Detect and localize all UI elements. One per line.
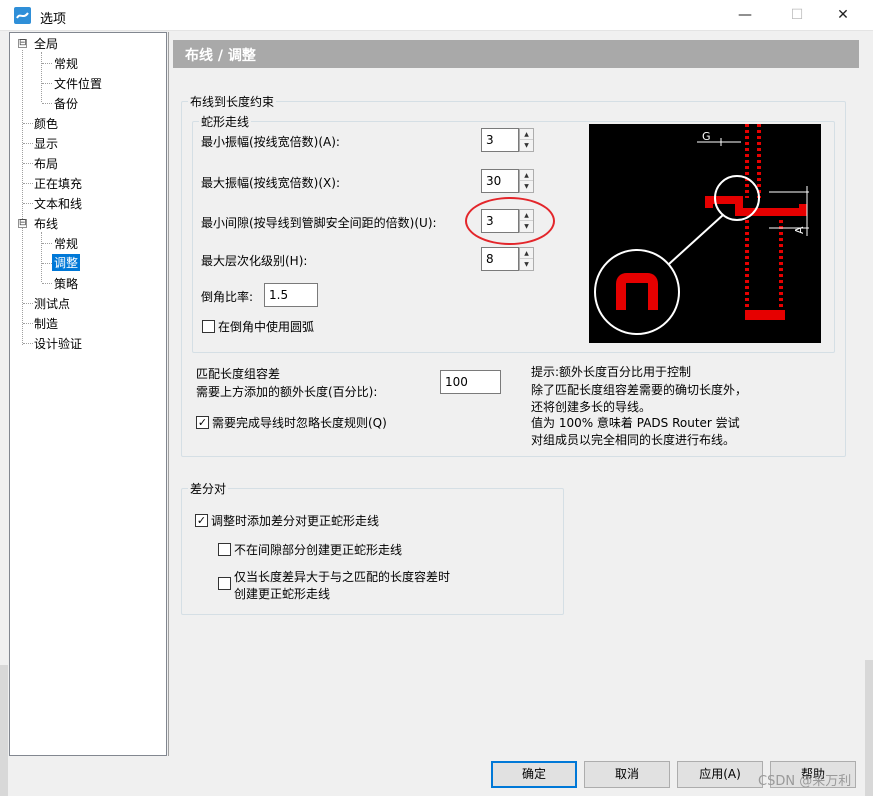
- apply-button[interactable]: 应用(A): [677, 761, 763, 788]
- hint-line-1: 提示:额外长度百分比用于控制: [531, 365, 692, 379]
- max-amplitude-spinner[interactable]: ▲ ▼: [519, 169, 534, 193]
- spin-up-icon[interactable]: ▲: [520, 170, 533, 181]
- tree-connector-routing: [41, 232, 42, 282]
- tree-item-design-verification[interactable]: 设计验证: [34, 335, 82, 352]
- tree-item-tuning[interactable]: 调整: [52, 254, 81, 271]
- tree-item-text-lines[interactable]: 文本和线: [34, 195, 82, 212]
- tree-item-display[interactable]: 显示: [34, 135, 58, 152]
- tree-item-test-points[interactable]: 测试点: [34, 295, 70, 312]
- amplitude-dim-label: A: [793, 226, 806, 234]
- min-gap-label: 最小间隙(按导线到管脚安全间距的倍数)(U):: [201, 216, 437, 230]
- close-button[interactable]: ✕: [820, 0, 866, 31]
- hint-line-3: 还将创建多长的导线。: [531, 400, 652, 414]
- serpentine-group-title: 蛇形走线: [199, 113, 252, 130]
- hint-line-5: 对组成员以完全相同的长度进行布线。: [531, 433, 736, 447]
- gap-dim-label: G: [702, 130, 711, 143]
- max-level-spinner[interactable]: ▲ ▼: [519, 247, 534, 271]
- spin-down-icon[interactable]: ▼: [520, 259, 533, 270]
- max-amplitude-input[interactable]: 30: [481, 169, 519, 193]
- title-bar: 选项 — ☐ ✕: [0, 0, 873, 31]
- use-arc-label: 在倒角中使用圆弧: [218, 320, 315, 334]
- options-tree[interactable]: ⊟ 全局 常规 文件位置 备份 颜色 显示 布局 正在填充 文本和线 ⊟ 布线 …: [9, 32, 167, 756]
- tree-item-backup[interactable]: 备份: [54, 95, 78, 112]
- minimize-button[interactable]: —: [722, 0, 768, 31]
- extra-length-label: 需要上方添加的额外长度(百分比):: [196, 385, 378, 399]
- watermark: CSDN @来万利: [758, 774, 852, 789]
- add-diff-pair-label: 调整时添加差分对更正蛇形走线: [211, 514, 380, 528]
- use-arc-checkbox[interactable]: [202, 320, 215, 333]
- min-amplitude-input[interactable]: 3: [481, 128, 519, 152]
- tree-connector-global: [41, 52, 42, 102]
- spin-down-icon[interactable]: ▼: [520, 140, 533, 151]
- extra-length-input[interactable]: 100: [440, 370, 501, 394]
- min-amplitude-label: 最小振幅(按线宽倍数)(A):: [201, 135, 340, 149]
- only-when-exceeds-label-2: 创建更正蛇形走线: [234, 587, 331, 601]
- length-constraint-group-title: 布线到长度约束: [188, 93, 277, 110]
- max-level-label: 最大层次化级别(H):: [201, 254, 308, 268]
- tree-collapse-icon[interactable]: ⊟: [18, 39, 27, 48]
- spin-down-icon[interactable]: ▼: [520, 181, 533, 192]
- background-window-edge: [865, 660, 873, 796]
- only-when-exceeds-checkbox[interactable]: [218, 577, 231, 590]
- tree-item-manufacturing[interactable]: 制造: [34, 315, 58, 332]
- match-tolerance-label: 匹配长度组容差: [196, 367, 281, 381]
- miter-ratio-input[interactable]: 1.5: [264, 283, 318, 307]
- spin-up-icon[interactable]: ▲: [520, 129, 533, 140]
- tree-item-colors[interactable]: 颜色: [34, 115, 58, 132]
- tree-item-global-general[interactable]: 常规: [54, 55, 78, 72]
- cancel-button[interactable]: 取消: [584, 761, 670, 788]
- app-icon: [14, 7, 31, 24]
- miter-ratio-label: 倒角比率:: [201, 290, 254, 304]
- hint-line-2: 除了匹配长度组容差需要的确切长度外，: [531, 383, 748, 397]
- only-when-exceeds-label: 仅当长度差异大于与之匹配的长度容差时: [234, 570, 451, 584]
- not-in-gap-label: 不在间隙部分创建更正蛇形走线: [234, 543, 403, 557]
- tree-item-file-locations[interactable]: 文件位置: [54, 75, 102, 92]
- hint-line-4: 值为 100% 意味着 PADS Router 尝试: [531, 416, 740, 430]
- highlight-ring: [465, 197, 555, 245]
- max-level-input[interactable]: 8: [481, 247, 519, 271]
- tree-item-routing-general[interactable]: 常规: [54, 235, 78, 252]
- add-diff-pair-checkbox[interactable]: ✓: [195, 514, 208, 527]
- ignore-length-rules-label: 需要完成导线时忽略长度规则(Q): [212, 416, 387, 430]
- max-amplitude-label: 最大振幅(按线宽倍数)(X):: [201, 176, 340, 190]
- diff-pair-group-title: 差分对: [188, 480, 229, 497]
- tree-item-strategy[interactable]: 策略: [54, 275, 78, 292]
- tree-connector-root: [22, 50, 23, 345]
- ok-button[interactable]: 确定: [491, 761, 577, 788]
- tree-collapse-icon[interactable]: ⊟: [18, 219, 27, 228]
- serpentine-diagram: G A: [589, 124, 821, 343]
- not-in-gap-checkbox[interactable]: [218, 543, 231, 556]
- min-amplitude-spinner[interactable]: ▲ ▼: [519, 128, 534, 152]
- window-title: 选项: [40, 12, 67, 27]
- spin-up-icon[interactable]: ▲: [520, 248, 533, 259]
- maximize-button[interactable]: ☐: [774, 0, 820, 31]
- tree-item-layout[interactable]: 布局: [34, 155, 58, 172]
- background-window-edge: [0, 665, 8, 796]
- tree-item-filling[interactable]: 正在填充: [34, 175, 82, 192]
- ignore-length-rules-checkbox[interactable]: ✓: [196, 416, 209, 429]
- tree-item-global[interactable]: 全局: [34, 35, 58, 52]
- tree-item-routing[interactable]: 布线: [34, 215, 58, 232]
- page-title: 布线 / 调整: [173, 40, 859, 68]
